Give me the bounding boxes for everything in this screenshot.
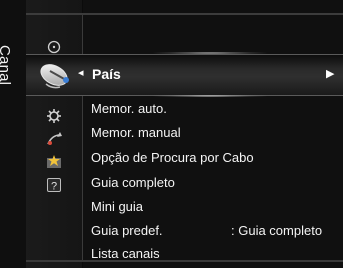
top-divider — [26, 13, 343, 15]
menu-item-memor-auto[interactable]: Memor. auto. — [91, 101, 167, 116]
settings-arrow-icon[interactable] — [46, 131, 62, 147]
circle-icon[interactable] — [46, 39, 62, 55]
menu-item-memor-manual[interactable]: Memor. manual — [91, 125, 181, 140]
gear-icon[interactable] — [46, 108, 62, 124]
highlight-glow-top — [150, 52, 270, 54]
menu-section-label: Canal — [0, 45, 13, 86]
menu-item-cable-search-option[interactable]: Opção de Procura por Cabo — [91, 150, 254, 165]
menu-item-default-guide[interactable]: Guia predef. — [91, 223, 163, 238]
menu-item-channel-list[interactable]: Lista canais — [91, 246, 160, 261]
svg-text:?: ? — [51, 181, 57, 193]
osd-menu: Canal ◂ País ▶ ? Memor. auto. Memor. man… — [0, 0, 343, 268]
help-icon[interactable]: ? — [46, 177, 62, 193]
bottom-divider — [26, 260, 343, 262]
star-picture-icon[interactable] — [46, 154, 62, 170]
default-guide-value: : Guia completo — [231, 223, 323, 238]
highlight-glow-bottom — [150, 95, 270, 97]
column-divider — [82, 14, 83, 260]
menu-item-selected-label: País — [92, 66, 121, 82]
menu-item-mini-guide[interactable]: Mini guia — [91, 199, 143, 214]
menu-item-full-guide[interactable]: Guia completo — [91, 175, 175, 190]
satellite-dish-icon[interactable] — [36, 58, 76, 92]
left-arrow-icon: ◂ — [78, 67, 84, 79]
right-arrow-icon[interactable]: ▶ — [326, 67, 334, 80]
side-rail: Canal — [0, 0, 26, 268]
